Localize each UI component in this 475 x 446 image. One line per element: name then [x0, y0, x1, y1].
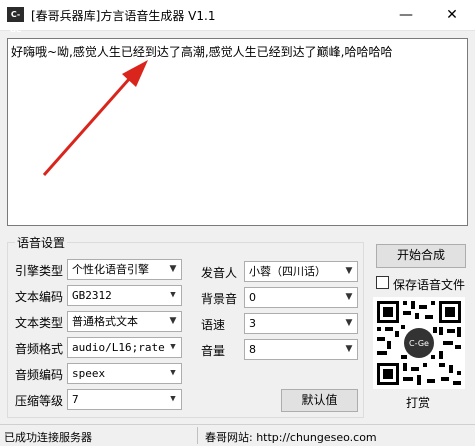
- bg-sound-value: 0: [249, 291, 256, 304]
- chevron-down-icon: ▼: [165, 286, 181, 305]
- chevron-down-icon: ▼: [165, 312, 181, 331]
- compression-select[interactable]: 7 ▼: [67, 389, 182, 410]
- bg-sound-label: 背景音: [201, 292, 238, 306]
- chevron-down-icon: ▼: [341, 288, 357, 307]
- chevron-down-icon: ▼: [341, 340, 357, 359]
- app-icon: C-Ge: [7, 7, 24, 34]
- save-audio-label: 保存语音文件: [393, 278, 466, 292]
- voice-settings-title: 语音设置: [15, 234, 68, 251]
- volume-value: 8: [249, 343, 256, 356]
- text-type-value: 普通格式文本: [72, 315, 138, 328]
- minimize-button[interactable]: —: [383, 0, 429, 30]
- speaker-label: 发音人: [201, 266, 238, 280]
- speed-label: 语速: [201, 318, 226, 332]
- text-input-area[interactable]: 好嗨哦~呦,感觉人生已经到达了高潮,感觉人生已经到达了巅峰,哈哈哈哈: [7, 38, 468, 226]
- chevron-down-icon: ▼: [341, 262, 357, 281]
- status-website: 春哥网站: http://chungeseo.com: [205, 431, 377, 444]
- bg-sound-select[interactable]: 0 ▼: [244, 287, 358, 308]
- chevron-down-icon: ▼: [165, 338, 181, 357]
- speaker-select[interactable]: 小蓉（四川话） ▼: [244, 261, 358, 282]
- speaker-value: 小蓉（四川话）: [249, 265, 326, 278]
- title-bar: C-Ge [春哥兵器库]方言语音生成器 V1.1 — ✕: [0, 0, 475, 34]
- encoding-value: GB2312: [72, 289, 112, 302]
- donate-label: 打赏: [406, 396, 431, 410]
- encoding-label: 文本编码: [15, 290, 64, 304]
- encoding-select[interactable]: GB2312 ▼: [67, 285, 182, 306]
- save-audio-checkbox[interactable]: [376, 276, 389, 289]
- engine-value: 个性化语音引擎: [72, 263, 149, 276]
- audio-codec-value: speex: [72, 367, 106, 380]
- status-connection: 已成功连接服务器: [4, 431, 92, 444]
- chevron-down-icon: ▼: [165, 390, 181, 409]
- window-title: [春哥兵器库]方言语音生成器 V1.1: [31, 9, 216, 23]
- start-synthesis-button[interactable]: 开始合成: [376, 244, 466, 268]
- audio-format-select[interactable]: audio/L16;rate= ▼: [67, 337, 182, 358]
- chevron-down-icon: ▼: [165, 260, 181, 279]
- close-button[interactable]: ✕: [429, 0, 475, 30]
- text-type-label: 文本类型: [15, 316, 64, 330]
- compression-label: 压缩等级: [15, 394, 64, 408]
- volume-select[interactable]: 8 ▼: [244, 339, 358, 360]
- default-values-button[interactable]: 默认值: [281, 389, 358, 412]
- qr-logo-text: C-Ge: [409, 339, 429, 348]
- audio-format-value: audio/L16;rate=: [72, 341, 172, 354]
- chevron-down-icon: ▼: [165, 364, 181, 383]
- speed-value: 3: [249, 317, 256, 330]
- audio-codec-label: 音频编码: [15, 368, 64, 382]
- text-type-select[interactable]: 普通格式文本 ▼: [67, 311, 182, 332]
- compression-value: 7: [72, 393, 79, 406]
- volume-label: 音量: [201, 344, 226, 358]
- engine-select[interactable]: 个性化语音引擎 ▼: [67, 259, 182, 280]
- qr-code-icon: C-Ge: [373, 297, 465, 389]
- chevron-down-icon: ▼: [341, 314, 357, 333]
- engine-label: 引擎类型: [15, 264, 64, 278]
- status-separator: [197, 427, 198, 444]
- audio-codec-select[interactable]: speex ▼: [67, 363, 182, 384]
- speed-select[interactable]: 3 ▼: [244, 313, 358, 334]
- audio-format-label: 音频格式: [15, 342, 64, 356]
